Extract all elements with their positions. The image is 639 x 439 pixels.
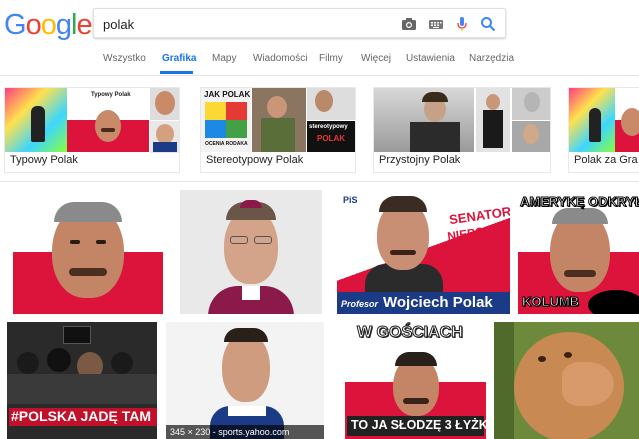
related-card-polak-za-gra[interactable]: Polak za Gra [568, 87, 639, 173]
search-icon[interactable] [480, 16, 496, 32]
microphone-icon[interactable] [454, 16, 470, 32]
search-tabs: Wszystko Grafika Mapy Wiadomości Filmy W… [0, 50, 639, 76]
tab-videos[interactable]: Filmy [319, 53, 343, 64]
related-card-label: Typowy Polak [10, 154, 78, 166]
active-tab-indicator [160, 71, 193, 74]
thumbnail-text: JAK POLAK [204, 90, 251, 99]
related-thumbnail [374, 88, 550, 154]
logo-letter: g [55, 9, 72, 41]
thumbnail-text: POLAK [317, 134, 345, 143]
logo-letter: o [25, 9, 42, 41]
image-results: PiS SENATOR NIEPOKORNY Profesor Wojciech… [0, 182, 639, 439]
related-thumbnail [569, 88, 639, 154]
image-result-flag-face[interactable] [13, 190, 163, 314]
tab-all[interactable]: Wszystko [103, 53, 146, 64]
meme-text: W GOŚCIACH [357, 324, 464, 342]
image-result-gosciach[interactable]: W GOŚCIACH TO JA SŁODZĘ 3 ŁYŻKI [345, 322, 486, 439]
camera-icon[interactable] [401, 16, 417, 32]
tab-maps[interactable]: Mapy [212, 53, 236, 64]
meme-text: TO JA SŁODZĘ 3 ŁYŻKI [351, 418, 486, 432]
meme-text: AMERYKĘ ODKRYŁ [520, 194, 639, 210]
related-searches: Typowy Polak Typowy Polak JAK POLAK OCEN… [0, 77, 639, 181]
thumbnail-text: OCENIA RODAKA [205, 141, 248, 147]
thumbnail-text: stereotypowy [309, 124, 348, 130]
search-input[interactable] [103, 14, 383, 34]
related-card-typowy-polak[interactable]: Typowy Polak Typowy Polak [4, 87, 180, 173]
tab-more[interactable]: Więcej [361, 53, 391, 64]
logo-letter: o [40, 9, 57, 41]
thumbnail-text: Typowy Polak [91, 92, 131, 98]
tab-images[interactable]: Grafika [162, 53, 196, 64]
search-box [93, 8, 506, 38]
meme-text: PiS [343, 195, 358, 205]
related-card-label: Polak za Gra [574, 154, 638, 166]
image-result-polska-jade[interactable]: #POLSKA JADĘ TAM [7, 322, 157, 439]
related-thumbnail: JAK POLAK OCENIA RODAKA stereotypowy POL… [201, 88, 355, 154]
related-card-label: Przystojny Polak [379, 154, 461, 166]
image-caption: 345 × 230 - sports.yahoo.com [166, 425, 324, 439]
related-thumbnail: Typowy Polak [5, 88, 179, 154]
tab-tools[interactable]: Narzędzia [469, 53, 514, 64]
related-card-przystojny-polak[interactable]: Przystojny Polak [373, 87, 551, 173]
image-result-bishop[interactable] [180, 190, 322, 314]
related-card-label: Stereotypowy Polak [206, 154, 304, 166]
image-result-columbus[interactable]: AMERYKĘ ODKRYŁ KOLUMB [518, 190, 639, 314]
header: Google Wszystko Grafika Mapy Wiadomości … [0, 0, 639, 76]
related-card-stereotypowy-polak[interactable]: JAK POLAK OCENIA RODAKA stereotypowy POL… [200, 87, 356, 173]
meme-text: KOLUMB [521, 294, 580, 310]
logo-letter: e [76, 9, 92, 41]
meme-text: Profesor [341, 299, 379, 309]
image-result-sports[interactable]: 345 × 230 - sports.yahoo.com [166, 322, 324, 439]
image-result-monkey[interactable] [494, 322, 639, 439]
meme-text: #POLSKA JADĘ TAM [11, 408, 152, 424]
meme-text: Wojciech Polak [383, 294, 493, 311]
image-result-senator[interactable]: PiS SENATOR NIEPOKORNY Profesor Wojciech… [337, 190, 510, 314]
logo-letter: G [4, 9, 27, 41]
keyboard-icon[interactable] [428, 16, 444, 32]
google-logo[interactable]: Google [4, 9, 93, 42]
tab-news[interactable]: Wiadomości [253, 53, 307, 64]
tab-settings[interactable]: Ustawienia [406, 53, 455, 64]
